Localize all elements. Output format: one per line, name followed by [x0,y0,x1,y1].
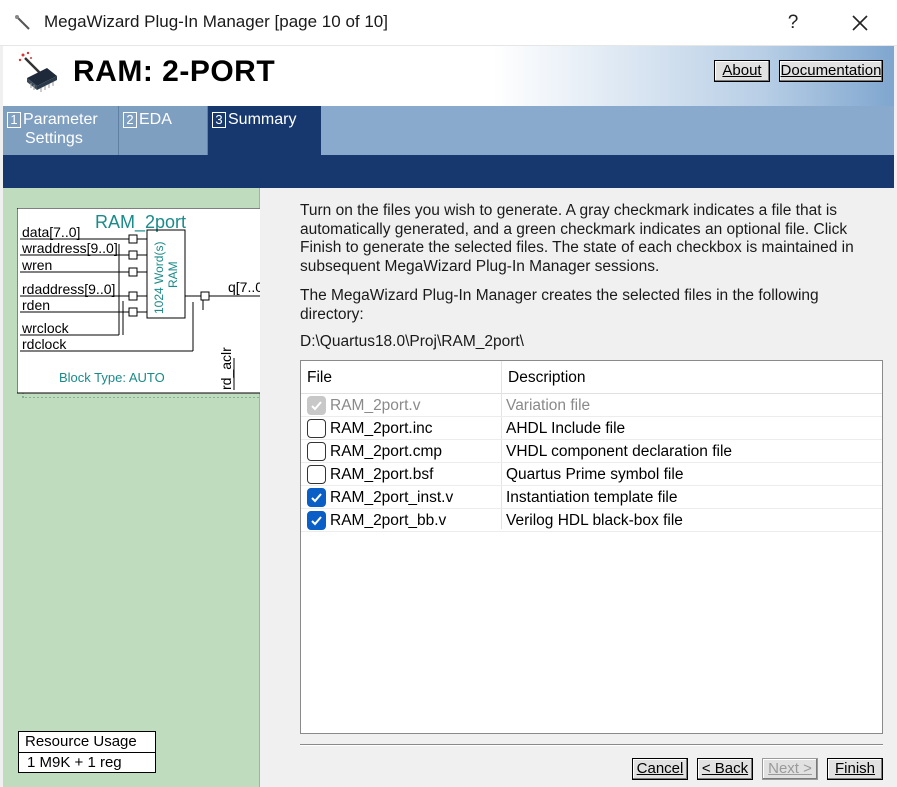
next-button: Next > [762,758,818,780]
input-label-wren: wren [21,257,52,273]
aclr-label: rd_aclr [218,347,234,390]
title-bar: MegaWizard Plug-In Manager [page 10 of 1… [0,0,897,46]
column-header-description[interactable]: Description [508,369,586,387]
file-checkbox[interactable] [307,511,326,530]
close-button[interactable] [840,6,880,40]
file-name: RAM_2port_bb.v [330,512,447,529]
tab-parameter-settings[interactable]: 1 Parameter Settings [3,106,119,155]
documentation-button[interactable]: Documentation [779,60,883,82]
page-heading: RAM: 2-PORT [73,55,276,88]
ram-block-label-ram: RAM [166,261,180,288]
input-label-wrclock: wrclock [21,320,70,336]
file-name: RAM_2port.inc [330,420,433,437]
file-description: Instantiation template file [506,489,678,506]
tab-strip: 1 Parameter Settings 2 EDA 3 Summary [3,106,894,155]
tab-label: EDA [139,111,172,128]
ram-block-label-words: 1024 Word(s) [152,242,166,314]
input-label-rden: rden [22,297,50,313]
wizard-wand-icon [15,15,30,30]
file-description: Variation file [506,397,591,414]
file-checkbox [307,396,326,415]
file-name: RAM_2port.v [330,397,421,414]
header-divider-band [3,155,894,188]
tab-eda[interactable]: 2 EDA [119,106,208,155]
help-button[interactable]: ? [776,6,810,40]
tab-number: 2 [123,112,137,128]
ram-symbol-diagram: RAM_2port data[7..0] wraddress[9..0] wre… [17,208,279,398]
file-checkbox[interactable] [307,419,326,438]
tab-summary[interactable]: 3 Summary [208,106,321,155]
tab-label: Summary [228,111,297,128]
tab-strip-filler [321,106,894,155]
finish-button[interactable]: Finish [827,758,883,780]
checkmark-icon [311,493,322,503]
file-description: Quartus Prime symbol file [506,466,684,483]
symbol-preview-panel: RAM_2port data[7..0] wraddress[9..0] wre… [3,188,279,787]
about-button[interactable]: About [714,60,770,82]
tab-number: 1 [7,112,21,128]
file-checkbox[interactable] [307,442,326,461]
file-description: Verilog HDL black-box file [506,512,683,529]
input-label-wraddress: wraddress[9..0] [21,240,118,256]
instructions-text: Turn on the files you wish to generate. … [300,202,854,275]
summary-panel: Turn on the files you wish to generate. … [260,188,894,787]
file-name: RAM_2port.bsf [330,466,434,483]
table-header: File Description [301,361,882,394]
close-icon [852,15,868,31]
tab-label-line2: Settings [25,130,83,147]
chip-wizard-logo-icon [18,51,57,92]
table-row: RAM_2port_bb.v Verilog HDL black-box fil… [301,509,882,532]
checkmark-icon [311,401,322,411]
resource-usage-heading: Resource Usage [19,732,155,753]
file-list-table: File Description RAM_2port.v Variation f… [300,360,883,734]
file-checkbox[interactable] [307,488,326,507]
table-row: RAM_2port_inst.v Instantiation template … [301,486,882,509]
resource-usage-box: Resource Usage 1 M9K + 1 reg [18,731,156,773]
footer-separator [300,744,883,746]
file-description: AHDL Include file [506,420,626,437]
wizard-header: RAM: 2-PORT About Documentation [3,46,894,106]
tab-number: 3 [212,112,226,128]
output-directory: D:\Quartus18.0\Proj\RAM_2port\ [300,333,524,350]
table-row: RAM_2port.inc AHDL Include file [301,417,882,440]
input-label-rdclock: rdclock [22,336,67,352]
back-button[interactable]: < Back [697,758,753,780]
file-name: RAM_2port_inst.v [330,489,454,506]
table-row: RAM_2port.bsf Quartus Prime symbol file [301,463,882,486]
window-title: MegaWizard Plug-In Manager [page 10 of 1… [44,12,388,31]
input-label-rdaddress: rdaddress[9..0] [22,281,115,297]
directory-intro-text: The MegaWizard Plug-In Manager creates t… [300,287,819,323]
block-type-label: Block Type: AUTO [59,370,165,385]
resource-usage-value: 1 M9K + 1 reg [27,754,122,771]
file-name: RAM_2port.cmp [330,443,442,460]
file-checkbox[interactable] [307,465,326,484]
file-description: VHDL component declaration file [506,443,733,460]
input-label-data: data[7..0] [22,224,80,240]
column-header-file[interactable]: File [307,369,332,387]
table-row: RAM_2port.v Variation file [301,394,882,417]
checkmark-icon [311,516,322,526]
tab-label: Parameter [23,111,98,128]
table-row: RAM_2port.cmp VHDL component declaration… [301,440,882,463]
cancel-button[interactable]: Cancel [632,758,688,780]
